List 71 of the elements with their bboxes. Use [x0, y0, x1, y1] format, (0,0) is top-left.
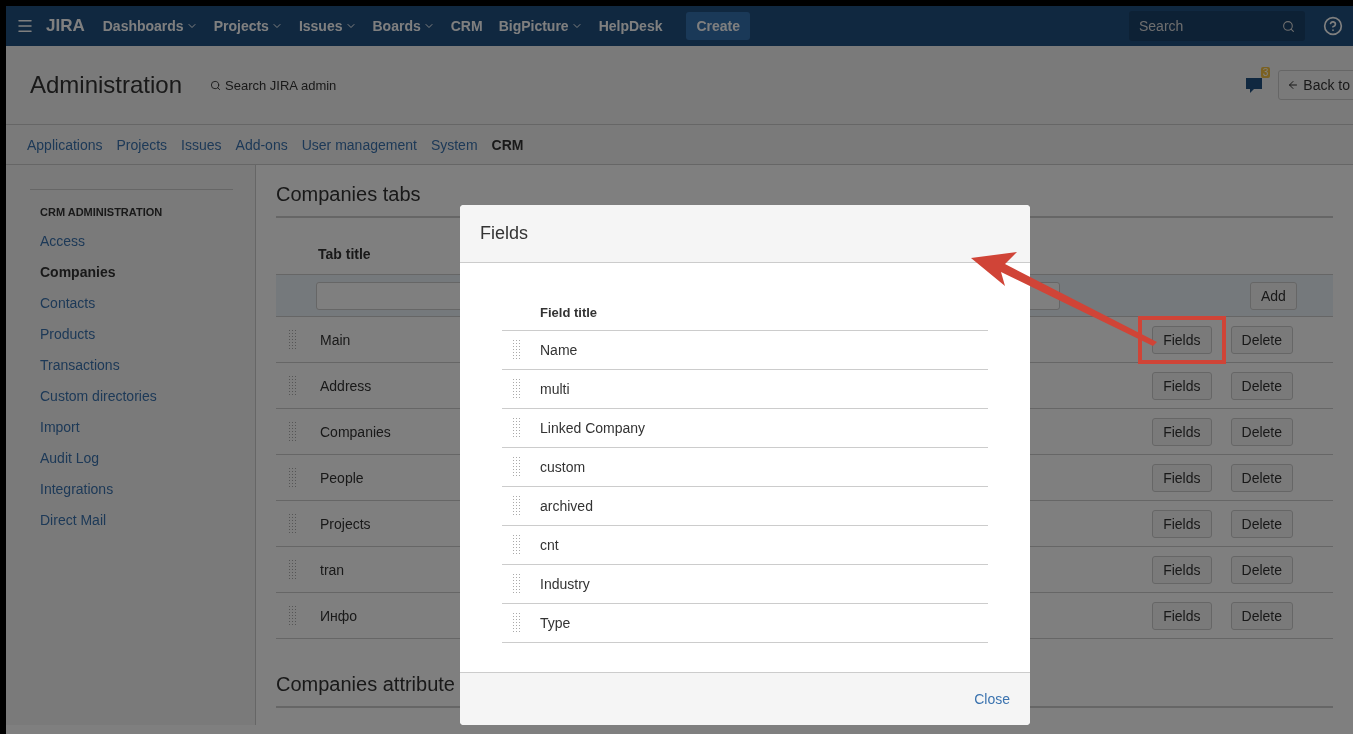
- sidebar-item[interactable]: Audit Log: [30, 443, 233, 474]
- feedback-icon[interactable]: [1244, 75, 1265, 95]
- fields-button[interactable]: Fields: [1152, 371, 1212, 400]
- table-cell: Type: [540, 615, 571, 631]
- fields-button[interactable]: Fields: [1152, 601, 1212, 630]
- admin-tab[interactable]: Applications: [20, 136, 110, 153]
- admin-tab[interactable]: CRM: [484, 136, 531, 153]
- table-cell: Companies: [320, 423, 391, 440]
- admin-tab[interactable]: Issues: [174, 136, 229, 153]
- admin-tab[interactable]: Projects: [109, 136, 175, 153]
- sidebar-item[interactable]: Contacts: [30, 288, 233, 319]
- close-link[interactable]: Close: [974, 691, 1010, 707]
- sidebar-heading: CRM ADMINISTRATION: [30, 189, 233, 226]
- sidebar-item[interactable]: Access: [30, 226, 233, 257]
- admin-tab[interactable]: User management: [294, 136, 424, 153]
- table-cell: Address: [320, 377, 372, 394]
- column-header: Field title: [502, 305, 988, 331]
- nav-menu-item[interactable]: CRM: [444, 14, 489, 38]
- sidebar-item[interactable]: Integrations: [30, 474, 233, 505]
- dialog-title: Fields: [480, 223, 528, 244]
- admin-tab[interactable]: Add-ons: [228, 136, 295, 153]
- sidebar-item[interactable]: Transactions: [30, 350, 233, 381]
- arrow-left-icon: [1287, 79, 1300, 91]
- table-cell: cnt: [540, 537, 559, 553]
- delete-button[interactable]: Delete: [1230, 463, 1293, 492]
- fields-button[interactable]: Fields: [1152, 417, 1212, 446]
- admin-tab[interactable]: System: [423, 136, 485, 153]
- search-icon: [210, 79, 222, 91]
- table-cell: custom: [540, 459, 586, 475]
- delete-button[interactable]: Delete: [1230, 417, 1293, 446]
- fields-button[interactable]: Fields: [1152, 509, 1212, 538]
- nav-menu-item[interactable]: HelpDesk: [592, 14, 669, 38]
- help-icon[interactable]: [1323, 16, 1343, 36]
- search-icon: [1282, 19, 1295, 33]
- admin-search-field[interactable]: Search JIRA admin: [210, 77, 337, 93]
- delete-button[interactable]: Delete: [1230, 371, 1293, 400]
- menu-icon[interactable]: [16, 17, 34, 35]
- table-cell: People: [320, 469, 364, 486]
- fields-button[interactable]: Fields: [1152, 555, 1212, 584]
- nav-menu-item[interactable]: Boards: [366, 14, 441, 38]
- sidebar-item[interactable]: Products: [30, 319, 233, 350]
- fields-button[interactable]: Fields: [1152, 463, 1212, 492]
- table-cell: Industry: [540, 576, 590, 592]
- delete-button[interactable]: Delete: [1230, 509, 1293, 538]
- nav-menu-item[interactable]: BigPicture: [492, 14, 589, 38]
- page-title: Administration: [30, 71, 183, 99]
- table-cell: multi: [540, 381, 570, 397]
- sidebar-item[interactable]: Custom directories: [30, 381, 233, 412]
- sidebar-item[interactable]: Direct Mail: [30, 505, 233, 536]
- nav-menu-item[interactable]: Issues: [292, 14, 363, 38]
- sidebar-item[interactable]: Import: [30, 412, 233, 443]
- notification-badge: 3: [1260, 67, 1271, 78]
- nav-menu-item[interactable]: Projects: [207, 14, 289, 38]
- table-cell: tran: [320, 561, 345, 578]
- create-button[interactable]: Create: [686, 12, 751, 40]
- table-cell: Projects: [320, 515, 371, 532]
- search-field[interactable]: Search: [1129, 11, 1305, 41]
- delete-button[interactable]: Delete: [1230, 325, 1293, 354]
- delete-button[interactable]: Delete: [1230, 601, 1293, 630]
- table-cell: Name: [540, 342, 578, 358]
- fields-button[interactable]: Fields: [1152, 325, 1212, 354]
- table-cell: Main: [320, 331, 351, 348]
- add-button[interactable]: Add: [1250, 281, 1297, 310]
- table-cell: Инфо: [320, 607, 358, 624]
- sidebar-item[interactable]: Companies: [30, 257, 233, 288]
- back-button[interactable]: Back to: [1278, 70, 1353, 100]
- jira-logo[interactable]: JIRA: [46, 16, 85, 36]
- table-cell: Linked Company: [540, 420, 646, 436]
- table-cell: archived: [540, 498, 593, 514]
- delete-button[interactable]: Delete: [1230, 555, 1293, 584]
- nav-menu-item[interactable]: Dashboards: [96, 14, 204, 38]
